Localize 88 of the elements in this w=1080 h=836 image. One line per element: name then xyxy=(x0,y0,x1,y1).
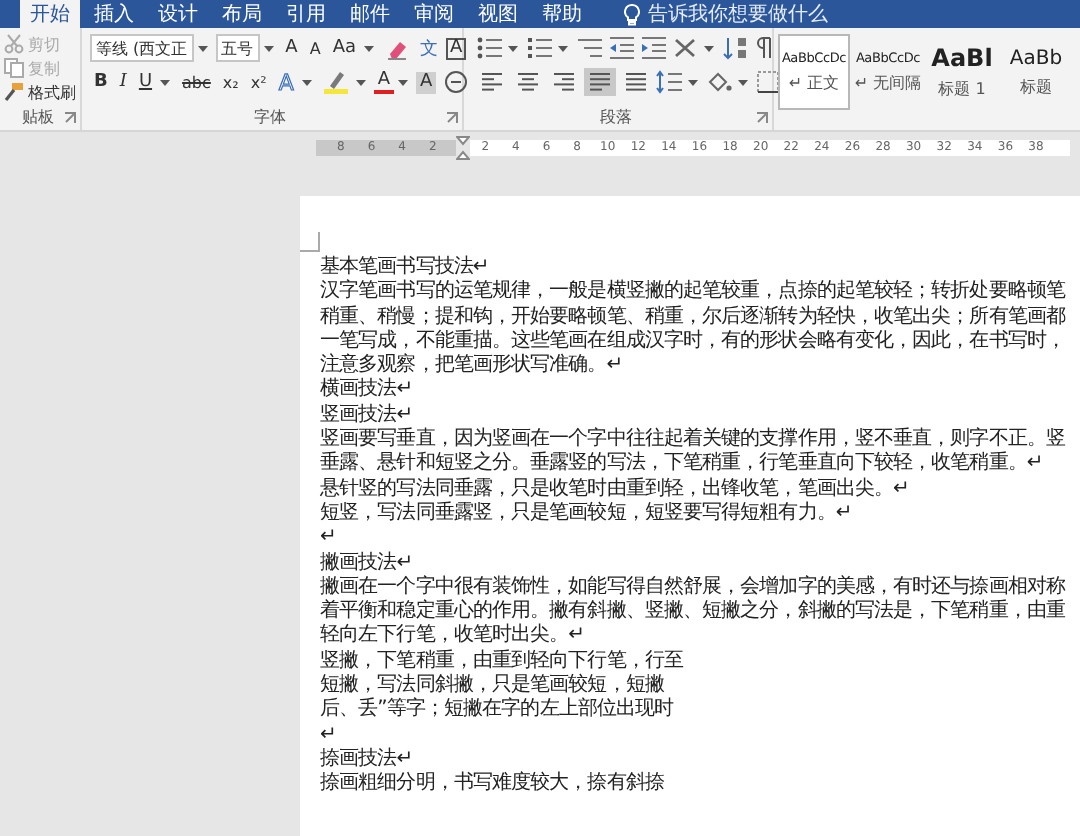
font-color-button[interactable]: A xyxy=(373,70,395,94)
document-text-line: 短竖，写法同垂露竖，只是笔画较短，短竖要写得短粗有力。↵ xyxy=(320,501,854,527)
document-text-line: 撇画技法↵ xyxy=(320,551,414,576)
document-text-line: 竖撇，下笔稍重，由重到轻向下行笔，行至 xyxy=(320,649,686,673)
subscript-button[interactable]: x₂ xyxy=(218,68,243,96)
line-spacing-icon[interactable] xyxy=(656,70,684,94)
justify-button[interactable] xyxy=(584,68,616,96)
caret-icon xyxy=(704,45,714,51)
caret-icon xyxy=(364,45,374,51)
ribbon-tab[interactable]: 邮件 xyxy=(340,0,400,28)
document-text-line: 汉字笔画书写的运笔规律，一般是横竖撇的起笔较重，点捺的起笔较轻；转折处要略顿笔 xyxy=(320,280,1068,305)
shrink-font-button[interactable]: A xyxy=(305,34,325,62)
paintbrush-icon xyxy=(4,82,24,102)
highlight-button[interactable] xyxy=(319,68,352,96)
document-text-line: ↵ xyxy=(320,526,338,552)
document-text-line: 横画技法↵ xyxy=(320,378,415,403)
superscript-button[interactable]: x² xyxy=(246,68,271,96)
document-text-line: 垂露、悬针和短竖之分。垂露竖的写法，下笔稍重，行笔垂直向下较轻，收笔稍重。↵ xyxy=(320,452,1045,477)
bold-button[interactable]: B xyxy=(90,68,112,96)
dialog-launcher-icon[interactable] xyxy=(756,112,768,124)
decrease-indent-icon[interactable] xyxy=(608,36,636,60)
sort-icon[interactable] xyxy=(722,36,750,60)
distribute-button[interactable] xyxy=(620,68,652,96)
caret-icon xyxy=(263,45,274,51)
document-text-line: ↵ xyxy=(320,723,338,748)
document-text-line: 注意多观察，把笔画形状写准确。↵ xyxy=(320,354,625,377)
ribbon-tab[interactable]: 视图 xyxy=(468,0,528,28)
dialog-launcher-icon[interactable] xyxy=(446,112,458,124)
document-text-line: 竖画要写垂直，因为竖画在一个字中往往起着关键的支撑作用，竖不垂直，则字不正。竖 xyxy=(320,428,1067,451)
group-label: 字体 xyxy=(254,106,286,128)
group-label: 段落 xyxy=(600,106,632,128)
borders-icon[interactable] xyxy=(756,70,780,94)
document-text-line: 短撇，写法同斜撇，只是笔画较短，短撇 xyxy=(320,674,666,697)
caret-icon xyxy=(160,79,171,85)
bullet-list-icon[interactable] xyxy=(476,36,504,60)
ribbon-tab[interactable]: 设计 xyxy=(148,0,208,28)
style-gallery-item[interactable]: AaBb 标题 xyxy=(1000,34,1072,110)
pilcrow-icon[interactable] xyxy=(754,36,774,60)
caret-icon xyxy=(688,79,698,85)
style-gallery-item[interactable]: AaBl 标题 1 xyxy=(926,34,998,110)
caret-icon xyxy=(398,79,409,85)
group-label: 贴板 xyxy=(22,106,54,128)
dialog-launcher-icon[interactable] xyxy=(64,112,76,124)
ribbon-tab[interactable]: 引用 xyxy=(276,0,336,28)
corner-mark-icon xyxy=(300,232,320,252)
font-size-dropdown[interactable]: 五号 xyxy=(215,34,260,62)
tell-me-field[interactable]: 告诉我你想要做什么 xyxy=(648,1,868,27)
document-text-line: 轻向左下行笔，收笔时出尖。↵ xyxy=(320,624,587,649)
caret-icon xyxy=(197,45,208,51)
caret-icon xyxy=(738,79,748,85)
increase-indent-icon[interactable] xyxy=(640,36,668,60)
document-text-line: 捺画粗细分明，书写难度较大，捺有斜捺 xyxy=(320,772,666,798)
grow-font-button[interactable]: A xyxy=(281,34,302,62)
ribbon-tab[interactable]: 布局 xyxy=(212,0,272,28)
ribbon-tab[interactable]: 帮助 xyxy=(532,0,592,28)
caret-icon xyxy=(301,79,312,85)
ribbon-tab[interactable]: 审阅 xyxy=(404,0,464,28)
document-text-line: 竖画技法↵ xyxy=(320,403,415,427)
italic-button[interactable]: I xyxy=(115,68,131,96)
underline-button[interactable]: U xyxy=(134,68,157,96)
document-text-line: 稍重、稍慢；提和钩，开始要略顿笔、稍重，尔后逐渐转为轻快，收笔出尖；所有笔画都 xyxy=(320,305,1068,329)
format-painter-button[interactable]: 格式刷 xyxy=(0,80,80,104)
align-left-button[interactable] xyxy=(476,68,508,96)
align-right-button[interactable] xyxy=(548,68,580,96)
character-border-button[interactable]: A xyxy=(446,37,467,59)
character-shading-button[interactable]: A xyxy=(416,71,437,93)
phonetic-guide-button[interactable]: 文 xyxy=(416,34,442,62)
indent-marker-icon[interactable] xyxy=(456,136,470,160)
change-case-button[interactable]: Aa xyxy=(328,34,360,62)
multilevel-list-icon[interactable] xyxy=(576,36,604,60)
document-text-line: 一笔写成，不能重描。这些笔画在组成汉字时，有的形状会略有变化，因此，在书写时， xyxy=(320,329,1067,353)
document-text-line: 撇画在一个字中很有装饰性，如能写得自然舒展，会增加字的美感，有时还与捺画相对称 xyxy=(320,575,1067,599)
font-name-dropdown[interactable]: 等线 (西文正 xyxy=(90,34,194,62)
numbered-list-icon[interactable] xyxy=(526,36,554,60)
caret-icon xyxy=(558,45,568,51)
caret-icon xyxy=(355,79,366,85)
document-text-line: 悬针竖的写法同垂露，只是收笔时由重到轻，出锋收笔，笔画出尖。↵ xyxy=(320,477,911,501)
document-text-line: 基本笔画书写技法↵ xyxy=(320,256,491,279)
caret-icon xyxy=(508,45,518,51)
document-text-line: 着平衡和稳定重心的作用。撇有斜撇、竖撇、短撇之分，斜撇的写法是，下笔稍重，由重 xyxy=(320,600,1067,623)
document-text-line: 捺画技法↵ xyxy=(320,747,415,772)
ribbon-tab[interactable]: 插入 xyxy=(84,0,144,28)
ribbon-tab[interactable]: 开始 xyxy=(20,0,80,28)
center-button[interactable] xyxy=(512,68,544,96)
strikethrough-button[interactable]: abc xyxy=(178,68,215,96)
enclose-characters-button[interactable] xyxy=(440,68,473,96)
scissors-icon xyxy=(4,34,24,54)
document-text-line: 后、丢”等字；短撇在字的左上部位出现时 xyxy=(320,698,676,724)
